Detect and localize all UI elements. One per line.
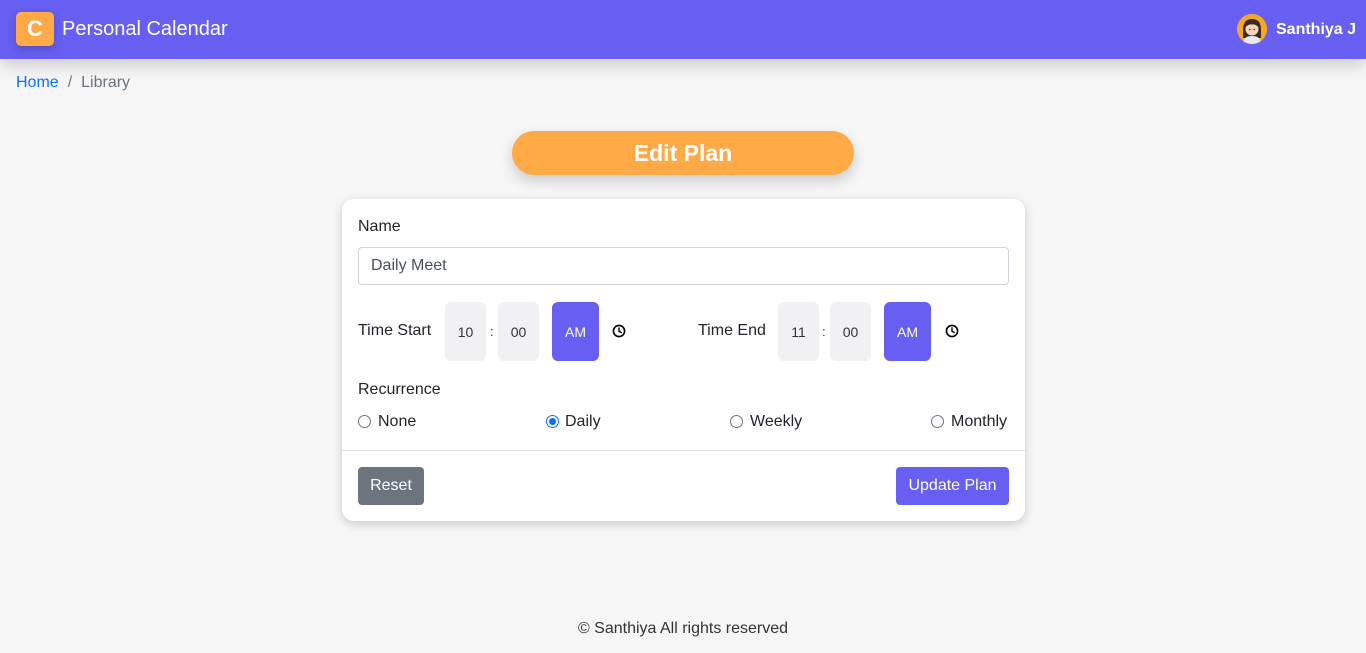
name-label: Name <box>358 218 401 235</box>
recurrence-monthly-label[interactable]: Monthly <box>951 412 1007 431</box>
user-name[interactable]: Santhiya J <box>1276 20 1356 39</box>
page-footer: © Santhiya All rights reserved <box>577 620 789 637</box>
top-navbar: C Personal Calendar Santhiya J <box>0 0 1366 59</box>
breadcrumb: Home / Library <box>16 73 130 92</box>
time-start-label: Time Start <box>358 322 432 339</box>
app-title[interactable]: Personal Calendar <box>62 17 228 41</box>
time-start-hour[interactable]: 10 <box>445 302 486 361</box>
user-avatar[interactable] <box>1237 14 1267 44</box>
recurrence-none-label[interactable]: None <box>378 412 416 431</box>
update-plan-button[interactable]: Update Plan <box>896 467 1009 505</box>
recurrence-label: Recurrence <box>358 381 441 398</box>
recurrence-daily-radio[interactable] <box>546 415 559 428</box>
recurrence-daily-label[interactable]: Daily <box>565 412 601 431</box>
name-input[interactable] <box>358 247 1009 285</box>
recurrence-monthly-radio[interactable] <box>931 415 944 428</box>
breadcrumb-separator: / <box>67 74 73 91</box>
time-start-minute[interactable]: 00 <box>498 302 539 361</box>
breadcrumb-home-link[interactable]: Home <box>16 73 59 92</box>
clock-icon[interactable] <box>945 324 959 338</box>
time-end-ampm-toggle[interactable]: AM <box>884 302 931 361</box>
reset-button[interactable]: Reset <box>358 467 424 505</box>
time-end-minute[interactable]: 00 <box>830 302 871 361</box>
recurrence-none-radio[interactable] <box>358 415 371 428</box>
breadcrumb-current: Library <box>81 74 131 91</box>
time-end-colon: : <box>822 324 826 339</box>
time-start-ampm-toggle[interactable]: AM <box>552 302 599 361</box>
recurrence-weekly-radio[interactable] <box>730 415 743 428</box>
recurrence-weekly-label[interactable]: Weekly <box>750 412 802 431</box>
page-title: Edit Plan <box>512 131 854 175</box>
time-end-hour[interactable]: 11 <box>778 302 819 361</box>
clock-icon[interactable] <box>612 324 626 338</box>
card-footer-divider <box>342 450 1025 451</box>
time-end-label: Time End <box>698 322 766 339</box>
time-start-colon: : <box>490 324 494 339</box>
edit-plan-card: Name Time Start 10 : 00 AM Time End 11 :… <box>342 199 1025 521</box>
app-logo[interactable]: C <box>16 12 54 46</box>
